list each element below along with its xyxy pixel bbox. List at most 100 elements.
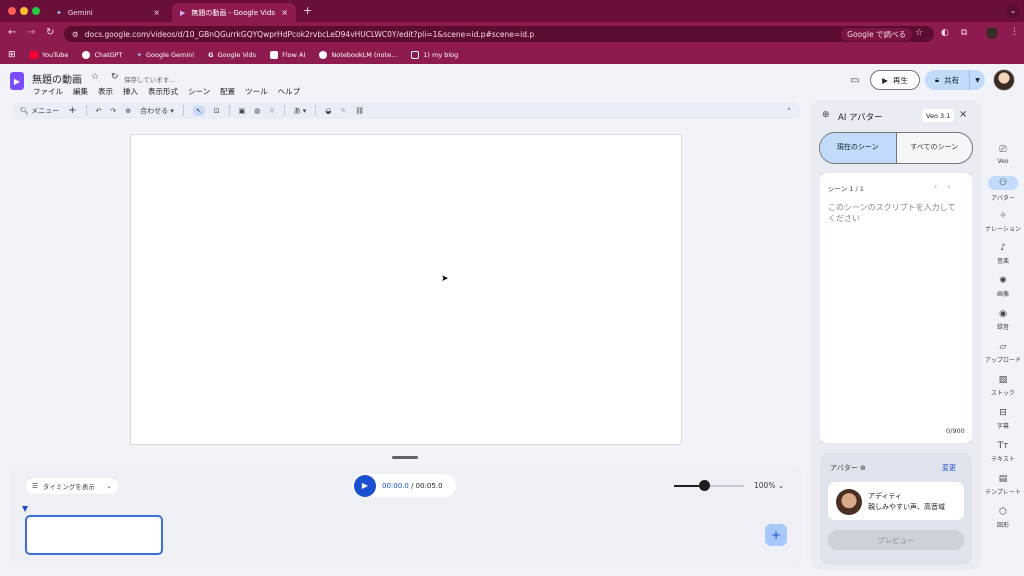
- profile-avatar[interactable]: [986, 27, 998, 39]
- border-color-icon[interactable]: ✎: [340, 107, 346, 115]
- bookmark-youtube[interactable]: YouTube: [30, 51, 68, 59]
- zoom-slider-handle[interactable]: [698, 480, 710, 491]
- add-scene-button[interactable]: +: [765, 524, 787, 546]
- menu-file[interactable]: ファイル: [33, 86, 63, 97]
- tab-search-icon[interactable]: ⌄: [1006, 4, 1020, 18]
- menu-edit[interactable]: 編集: [73, 86, 88, 97]
- menu-help[interactable]: ヘルプ: [278, 86, 301, 97]
- share-button[interactable]: 🔒︎ 共有 ▼: [925, 70, 985, 90]
- rail-music[interactable]: ♪ 音楽: [982, 243, 1024, 265]
- play-button[interactable]: ▶ 再生: [870, 70, 920, 90]
- chevron-down-icon: ⌄: [777, 481, 785, 490]
- chatgpt-icon: [82, 51, 91, 59]
- back-icon[interactable]: ←: [8, 27, 16, 38]
- new-tab-button[interactable]: +: [303, 4, 312, 17]
- chevron-right-icon[interactable]: ›: [947, 182, 960, 191]
- close-icon[interactable]: ×: [153, 8, 160, 17]
- menu-tools[interactable]: ツール: [245, 86, 268, 97]
- globe-icon[interactable]: ⊕: [860, 464, 866, 472]
- rail-record[interactable]: ◉ 録音: [982, 309, 1024, 331]
- rail-captions[interactable]: ⊟ 字幕: [982, 408, 1024, 430]
- divider: [228, 105, 230, 116]
- document-title[interactable]: 無題の動画: [32, 71, 82, 86]
- comment-icon[interactable]: ▭: [850, 75, 859, 86]
- collapse-toolbar-icon[interactable]: ⌃: [786, 107, 792, 115]
- rail-text[interactable]: Tт テキスト: [982, 441, 1024, 463]
- bookmark-chatgpt[interactable]: ChatGPT: [82, 51, 123, 59]
- menu-scene[interactable]: シーン: [188, 86, 210, 97]
- text-style-dropdown[interactable]: あ ▾: [294, 106, 307, 116]
- rail-stock[interactable]: ▨ ストック: [982, 375, 1024, 397]
- apps-grid-icon[interactable]: ⊞: [8, 50, 16, 60]
- paint-icon[interactable]: ⚲: [269, 107, 274, 115]
- reload-icon[interactable]: ↻: [46, 27, 54, 38]
- show-timing-button[interactable]: ☰ タイミングを表示 ⌄: [26, 478, 118, 494]
- rail-veo[interactable]: ⎚ Veo: [982, 145, 1024, 165]
- tab-title: Gemini: [67, 8, 93, 17]
- tab-vids[interactable]: ▶ 無題の動画 - Google Vids ×: [172, 3, 296, 22]
- image-icon[interactable]: ▣: [239, 107, 246, 115]
- resize-handle[interactable]: [392, 456, 418, 459]
- rail-image[interactable]: ✺ 画像: [982, 276, 1024, 298]
- rail-avatar[interactable]: ⚇ アバター: [982, 176, 1024, 202]
- select-cursor-icon[interactable]: ↖: [192, 105, 205, 116]
- menu-insert[interactable]: 挿入: [123, 86, 138, 97]
- share-dropdown-icon[interactable]: ▼: [969, 70, 985, 90]
- lock-icon: 🔒︎: [935, 75, 939, 84]
- tab-current-scene[interactable]: 現在のシーン: [820, 133, 897, 163]
- tab-title: 無題の動画 - Google Vids: [191, 8, 275, 17]
- menu-view[interactable]: 表示: [98, 86, 113, 97]
- maximize-window-icon[interactable]: [32, 7, 40, 15]
- rail-upload[interactable]: ▱ アップロード: [982, 342, 1024, 364]
- youtube-icon: [30, 51, 38, 59]
- bookmark-vids[interactable]: G Google Vids: [208, 51, 256, 59]
- scene-clip[interactable]: [25, 515, 163, 555]
- more-icon[interactable]: ⋮: [1010, 27, 1019, 37]
- address-bar[interactable]: ⚙ docs.google.com/videos/d/10_GBnQGurrkG…: [64, 26, 934, 42]
- preview-button[interactable]: プレビュー: [828, 530, 964, 550]
- scene-canvas[interactable]: [130, 134, 682, 445]
- zoom-dropdown[interactable]: 100% ⌄: [754, 481, 784, 490]
- close-panel-button[interactable]: ×: [959, 109, 967, 120]
- menu-format[interactable]: 表示形式: [148, 86, 178, 97]
- search-menu[interactable]: 🔍︎ メニュー: [20, 106, 59, 116]
- puzzle-icon[interactable]: ⧉: [961, 28, 967, 38]
- extension-icon[interactable]: ◐: [941, 28, 949, 38]
- star-icon[interactable]: ☆: [91, 72, 99, 82]
- divider: [283, 105, 285, 116]
- add-icon[interactable]: +: [68, 105, 76, 116]
- rail-shapes[interactable]: ⬡ 図形: [982, 507, 1024, 529]
- text-box-icon[interactable]: ⊡: [214, 107, 220, 115]
- minimize-window-icon[interactable]: [20, 7, 28, 15]
- site-settings-icon[interactable]: ⚙: [72, 30, 79, 39]
- bookmark-gemini[interactable]: ✦ Google Gemini: [137, 51, 195, 59]
- notebooklm-icon: [319, 51, 328, 59]
- close-window-icon[interactable]: [8, 7, 16, 15]
- bookmark-blog[interactable]: 1) my blog: [411, 51, 458, 59]
- bookmark-star-icon[interactable]: ☆: [915, 28, 923, 38]
- google-search-chip[interactable]: Google で調べる: [841, 27, 912, 41]
- redo-icon[interactable]: ↷: [110, 107, 116, 115]
- link-icon[interactable]: ⛓: [355, 107, 364, 115]
- rail-narration[interactable]: ✧ ナレーション: [982, 211, 1024, 233]
- script-input[interactable]: このシーンのスクリプトを入力してください: [828, 202, 963, 224]
- account-avatar[interactable]: [993, 69, 1015, 91]
- change-avatar-link[interactable]: 変更: [942, 463, 956, 473]
- tab-all-scenes[interactable]: すべてのシーン: [897, 133, 973, 163]
- menu-arrange[interactable]: 配置: [220, 86, 235, 97]
- bookmark-notebooklm[interactable]: NotebookLM (note...: [319, 51, 397, 59]
- rail-templates[interactable]: ▤ テンプレート: [982, 474, 1024, 496]
- zoom-icon[interactable]: ⊕: [125, 107, 131, 115]
- close-icon[interactable]: ×: [281, 8, 288, 17]
- folder-icon: [411, 51, 420, 59]
- fit-dropdown[interactable]: 合わせる ▾: [140, 106, 174, 116]
- play-icon[interactable]: ▶: [354, 474, 376, 497]
- tab-gemini[interactable]: ✦ Gemini ×: [48, 3, 168, 22]
- fill-color-icon[interactable]: ◒: [325, 107, 331, 115]
- undo-icon[interactable]: ↶: [96, 107, 102, 115]
- forward-icon[interactable]: →: [27, 27, 35, 38]
- bookmark-flow[interactable]: Flow AI: [270, 51, 305, 59]
- sticker-icon[interactable]: ◍: [254, 107, 260, 115]
- chevron-left-icon[interactable]: ‹: [934, 182, 947, 191]
- vids-logo[interactable]: ▶: [10, 72, 24, 90]
